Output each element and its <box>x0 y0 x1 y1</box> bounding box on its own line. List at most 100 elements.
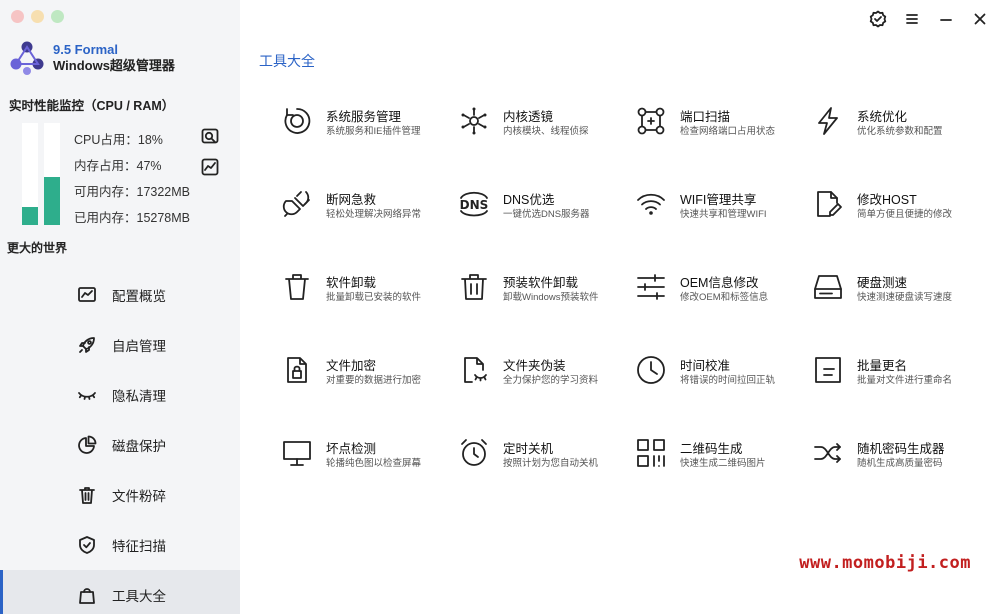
tool-port-scan[interactable]: 端口扫描 检查网络端口占用状态 <box>634 104 811 187</box>
rename-icon <box>811 353 845 387</box>
tool-desc: 卸载Windows预装软件 <box>503 292 599 303</box>
tool-network-repair[interactable]: 断网急救轻松处理解决网络异常 <box>280 187 457 270</box>
used-memory-text: 已用内存：15278MB <box>74 211 191 225</box>
tool-batch-rename[interactable]: 批量更名批量对文件进行重命名 <box>811 353 988 436</box>
minimize-window-button[interactable] <box>31 10 44 23</box>
sidebar-item-disk-protect[interactable]: 磁盘保护 <box>0 420 240 470</box>
tool-desc: 批量卸载已安装的软件 <box>326 292 422 303</box>
tool-name: 时间校准 <box>680 359 731 373</box>
rocket-icon <box>76 334 98 356</box>
tool-name: 硬盘测速 <box>857 276 908 290</box>
tool-desc: 修改OEM和标签信息 <box>680 292 769 303</box>
tool-name: 二维码生成 <box>680 442 743 456</box>
sidebar: 9.5 Formal Windows超级管理器 实时性能监控（CPU / RAM… <box>0 0 240 614</box>
memory-usage-text: 内存占用：47% <box>74 159 162 173</box>
title-bar-controls <box>867 8 991 30</box>
sidebar-item-label: 文件粉碎 <box>112 489 166 504</box>
sidebar-item-startup[interactable]: 自启管理 <box>0 320 240 370</box>
tool-desc: 将错误的时间拉回正轨 <box>680 375 776 386</box>
tool-name: 软件卸载 <box>326 276 377 290</box>
tool-desc: 优化系统参数和配置 <box>857 126 943 137</box>
alarm-icon <box>457 436 491 470</box>
maximize-window-button[interactable] <box>51 10 64 23</box>
sidebar-item-scan[interactable]: 特征扫描 <box>0 520 240 570</box>
monitor-search-icon[interactable] <box>201 128 219 146</box>
plug-icon <box>280 187 314 221</box>
tool-service-manager[interactable]: 系统服务管理 系统服务和IE插件管理 <box>280 104 457 187</box>
tool-password-generator[interactable]: 随机密码生成器 随机生成高质量密码 <box>811 436 988 519</box>
sidebar-item-label: 工具大全 <box>112 589 166 604</box>
brand: 9.5 Formal Windows超级管理器 <box>9 40 175 76</box>
sidebar-item-privacy[interactable]: 隐私清理 <box>0 370 240 420</box>
tool-qrcode[interactable]: 二维码生成快速生成二维码图片 <box>634 436 811 519</box>
tool-desc: 快速生成二维码图片 <box>680 458 766 469</box>
tool-name: DNS优选 <box>503 193 555 207</box>
available-memory-text: 可用内存：17322MB <box>74 185 191 199</box>
tool-desc: 内核模块、线程侦探 <box>503 126 589 137</box>
edit-file-icon <box>811 187 845 221</box>
tool-desc: 快速测速硬盘读写速度 <box>857 292 953 303</box>
tool-dead-pixel[interactable]: 坏点检测 轮播纯色图以检查屏幕 <box>280 436 457 519</box>
monitor-chart-icon[interactable] <box>201 158 219 176</box>
monitor-title: 实时性能监控（CPU / RAM） <box>9 99 175 113</box>
tool-preinstalled-uninstall[interactable]: 预装软件卸载 卸载Windows预装软件 <box>457 270 634 353</box>
kernel-icon <box>457 104 491 138</box>
verified-button[interactable] <box>867 8 889 30</box>
lock-file-icon <box>280 353 314 387</box>
chart-icon <box>76 284 98 306</box>
trash-lines-icon <box>457 270 491 304</box>
cpu-usage-fill <box>22 206 38 225</box>
monitor-stats: CPU占用：18% 内存占用：47% 可用内存：17322MB 已用内存：152… <box>74 131 190 235</box>
tool-uninstall[interactable]: 软件卸载批量卸载已安装的软件 <box>280 270 457 353</box>
tool-oem-edit[interactable]: OEM信息修改 修改OEM和标签信息 <box>634 270 811 353</box>
close-button[interactable] <box>969 8 991 30</box>
tool-name: 系统优化 <box>857 110 908 124</box>
eye-closed-icon <box>76 384 98 406</box>
tool-desc: 轻松处理解决网络异常 <box>326 209 422 220</box>
tool-edit-host[interactable]: 修改HOST 简单方便且便捷的修改 <box>811 187 988 270</box>
menu-button[interactable] <box>901 8 923 30</box>
sidebar-item-shredder[interactable]: 文件粉碎 <box>0 470 240 520</box>
tool-dns[interactable]: DNS DNS优选一键优选DNS服务器 <box>457 187 634 270</box>
service-icon <box>280 104 314 138</box>
disk-icon <box>811 270 845 304</box>
svg-text:DNS: DNS <box>460 198 489 212</box>
app-name: Windows超级管理器 <box>53 58 175 73</box>
tool-desc: 对重要的数据进行加密 <box>326 375 422 386</box>
qrcode-icon <box>634 436 668 470</box>
sidebar-item-tools[interactable]: 工具大全 <box>0 570 240 614</box>
app-version: 9.5 Formal <box>53 42 119 57</box>
tool-desc: 检查网络端口占用状态 <box>680 126 776 137</box>
tool-file-encrypt[interactable]: 文件加密 对重要的数据进行加密 <box>280 353 457 436</box>
tool-desc: 批量对文件进行重命名 <box>857 375 953 386</box>
tool-desc: 快速共享和管理WIFI <box>680 209 767 220</box>
mask-file-icon <box>457 353 491 387</box>
verified-badge-icon <box>869 10 887 28</box>
tools-grid: 系统服务管理 系统服务和IE插件管理 内核透镜内核模块、线程侦探 端口扫描 检查网络… <box>280 104 980 519</box>
lightning-icon <box>811 104 845 138</box>
tool-name: 断网急救 <box>326 193 377 207</box>
sidebar-item-overview[interactable]: 配置概览 <box>0 270 240 320</box>
tool-desc: 一键优选DNS服务器 <box>503 209 590 220</box>
tool-wifi[interactable]: WIFI管理共享 快速共享和管理WIFI <box>634 187 811 270</box>
page-title: 工具大全 <box>259 53 315 69</box>
tool-desc: 按照计划为您自动关机 <box>503 458 599 469</box>
tool-time-sync[interactable]: 时间校准将错误的时间拉回正轨 <box>634 353 811 436</box>
tool-disk-speed[interactable]: 硬盘测速快速测速硬盘读写速度 <box>811 270 988 353</box>
tool-folder-disguise[interactable]: 文件夹伪装 全力保护您的学习资料 <box>457 353 634 436</box>
pie-icon <box>76 434 98 456</box>
close-window-button[interactable] <box>11 10 24 23</box>
bag-icon <box>76 584 98 606</box>
tool-name: 文件夹伪装 <box>503 359 566 373</box>
tool-name: OEM信息修改 <box>680 276 759 290</box>
sidebar-nav: 配置概览 自启管理 隐私清理 磁盘保护 文件粉碎 特征扫描 工具大全 <box>0 270 240 614</box>
slogan: 更大的世界 <box>7 241 68 255</box>
sidebar-item-label: 自启管理 <box>112 339 166 354</box>
tool-kernel-lens[interactable]: 内核透镜内核模块、线程侦探 <box>457 104 634 187</box>
tool-name: 内核透镜 <box>503 110 554 124</box>
minimize-button[interactable] <box>935 8 957 30</box>
tool-system-optimize[interactable]: 系统优化优化系统参数和配置 <box>811 104 988 187</box>
close-icon <box>974 13 986 25</box>
tool-name: 批量更名 <box>857 359 908 373</box>
tool-scheduled-shutdown[interactable]: 定时关机 按照计划为您自动关机 <box>457 436 634 519</box>
